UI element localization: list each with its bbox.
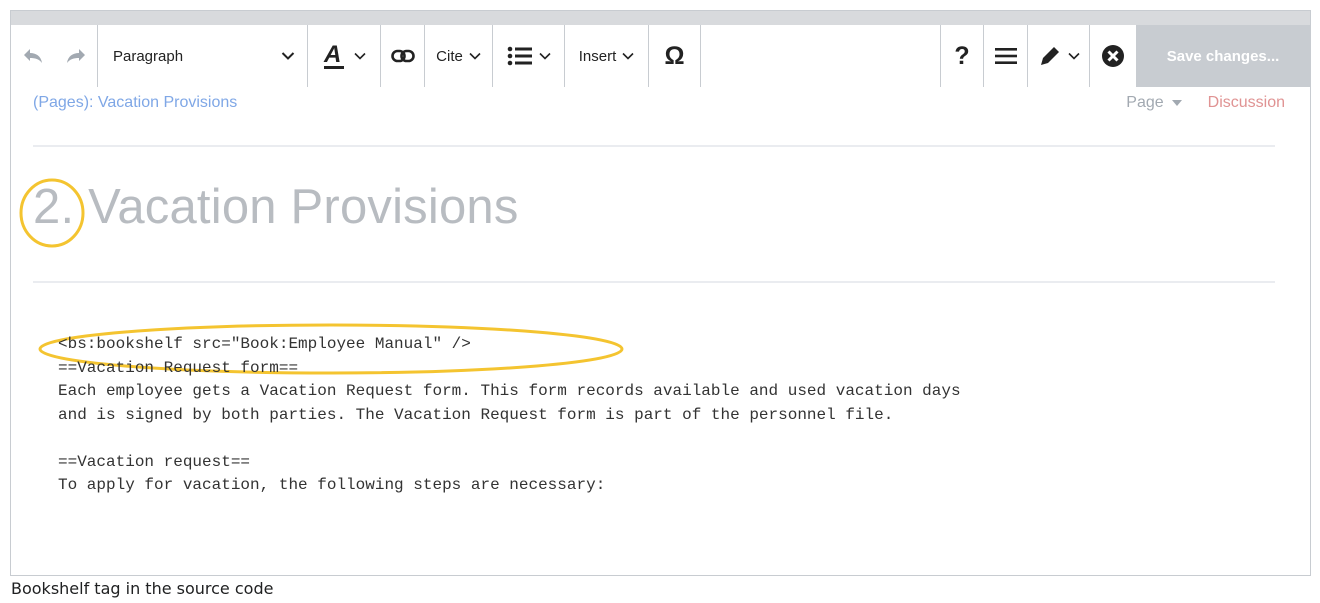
tab-page[interactable]: Page [1126, 94, 1182, 112]
link-icon [390, 49, 415, 63]
page-title: 2. Vacation Provisions [33, 180, 519, 234]
highlight-circle [19, 178, 85, 248]
paragraph-format-label: Paragraph [113, 47, 184, 65]
edit-mode-switch[interactable] [1028, 25, 1090, 87]
link-button[interactable] [381, 25, 425, 87]
chevron-down-icon [538, 52, 551, 60]
insert-label: Insert [578, 47, 617, 65]
undo-button[interactable] [11, 25, 54, 87]
redo-button[interactable] [54, 25, 98, 87]
chevron-down-icon [1067, 52, 1080, 60]
close-icon [1102, 45, 1124, 67]
pencil-icon [1040, 47, 1059, 65]
source-line: <bs:bookshelf src="Book:Employee Manual"… [58, 335, 471, 353]
redo-icon [66, 49, 85, 63]
text-style-icon: A [323, 41, 344, 69]
undo-icon [23, 49, 42, 63]
source-line: and is signed by both parties. The Vacat… [58, 405, 894, 424]
save-changes-button[interactable]: Save changes... [1136, 25, 1310, 87]
bullet-list-icon [507, 46, 532, 66]
tab-discussion[interactable]: Discussion [1208, 94, 1285, 112]
tab-page-label: Page [1126, 94, 1164, 111]
special-character-button[interactable]: Ω [649, 25, 701, 87]
source-line: To apply for vacation, the following ste… [58, 476, 606, 494]
caret-down-icon [1171, 99, 1182, 106]
editor-frame: Paragraph A Cite Insert Ω ? Save changes… [10, 10, 1311, 576]
help-icon: ? [954, 41, 970, 70]
insert-button[interactable]: Insert [565, 25, 649, 87]
source-line: Each employee gets a Vacation Request fo… [58, 382, 961, 400]
help-button[interactable]: ? [940, 25, 984, 87]
source-line: ==Vacation request== [58, 452, 251, 471]
source-line: ==Vacation Request form== [58, 358, 299, 377]
svg-text:A: A [323, 41, 341, 68]
chevron-down-icon [354, 52, 366, 60]
cite-label: Cite [436, 47, 463, 65]
editor-top-strip [11, 11, 1310, 25]
chevron-down-icon [622, 52, 634, 60]
divider [33, 145, 1275, 147]
source-line [58, 427, 961, 451]
divider [33, 281, 1275, 283]
hamburger-icon [994, 48, 1017, 64]
text-style-button[interactable]: A [308, 25, 381, 87]
cancel-button[interactable] [1090, 25, 1136, 87]
chevron-down-icon [469, 52, 481, 60]
page-tabs: Page Discussion [1126, 94, 1285, 112]
source-editor[interactable]: <bs:bookshelf src="Book:Employee Manual"… [58, 333, 961, 498]
paragraph-format-dropdown[interactable]: Paragraph [98, 25, 308, 87]
page-options-button[interactable] [984, 25, 1028, 87]
lists-button[interactable] [493, 25, 565, 87]
breadcrumb[interactable]: (Pages): Vacation Provisions [33, 94, 237, 112]
editor-toolbar: Paragraph A Cite Insert Ω ? Save changes… [11, 25, 1310, 87]
cite-button[interactable]: Cite [425, 25, 493, 87]
omega-icon: Ω [664, 41, 685, 70]
chevron-down-icon [281, 52, 295, 60]
image-caption: Bookshelf tag in the source code [11, 579, 274, 598]
